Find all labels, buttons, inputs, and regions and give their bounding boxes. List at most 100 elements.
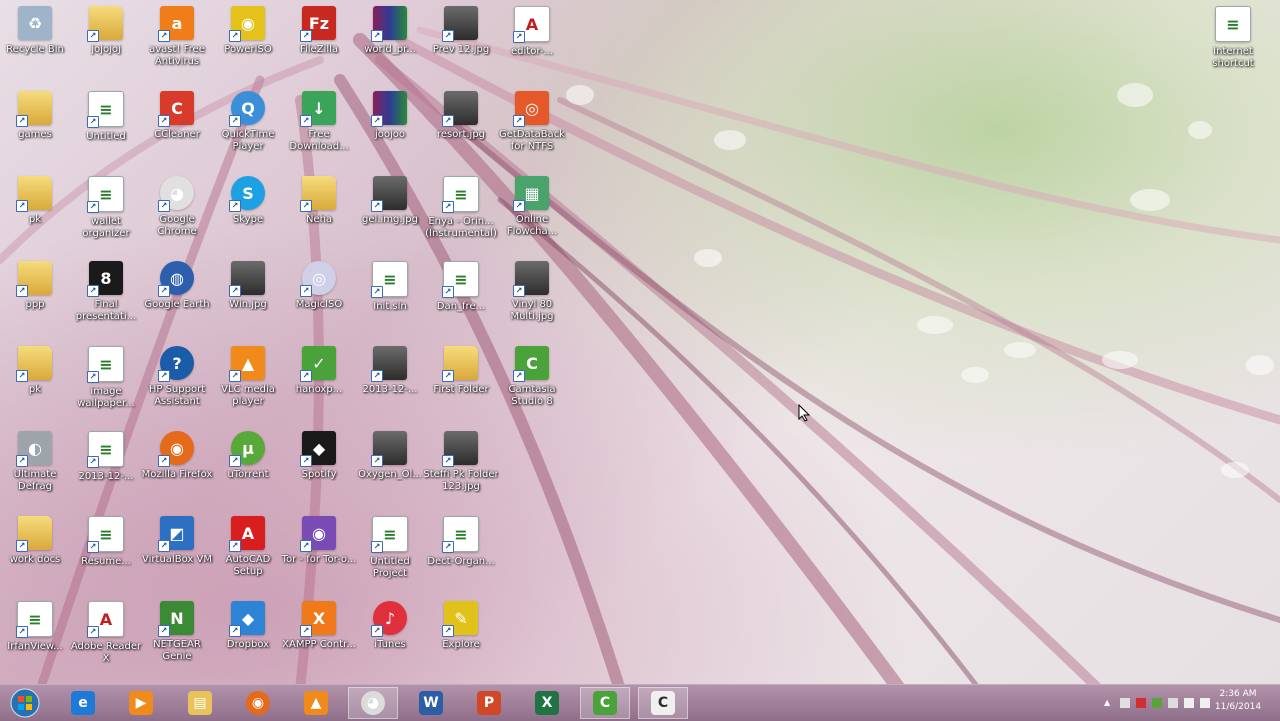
desktop-icon[interactable]: ≡ ↗ Init.sln [351,257,429,339]
desktop-icon[interactable]: a ↗ avast! Free Antivirus [138,2,216,84]
desktop-icon[interactable]: ↗ First Folder [422,342,500,424]
desktop-icon[interactable]: ↗ pk [0,172,74,254]
desktop-icon-label: Skype [232,214,264,225]
desktop-icon[interactable]: ≡ ↗ Enya - Orin... (Instrumental) [422,172,500,254]
desktop-icon[interactable]: ↗ games [0,87,74,169]
desktop-icon[interactable]: ◕ ↗ Google Chrome [138,172,216,254]
shortcut-arrow-icon: ↗ [87,116,99,128]
desktop-icon[interactable]: ◆ ↗ Dropbox [209,597,287,679]
desktop-icon[interactable]: ◆ ↗ Spotify [280,427,358,509]
desktop-icon[interactable]: X ↗ XAMPP Contr... [280,597,358,679]
desktop-icon[interactable]: ◎ ↗ GetDataBack for NTFS [493,87,571,169]
desktop-icon[interactable]: A ↗ editor-... [493,2,571,84]
tray-app-icon[interactable] [1152,698,1162,708]
desktop-icon[interactable]: Fz ↗ FileZilla [280,2,358,84]
desktop-icon[interactable]: ≡ ↗ 2013-12-... [67,427,145,509]
desktop-icon[interactable]: ≡ Internet shortcut [1194,2,1272,84]
desktop-icon[interactable]: S ↗ Skype [209,172,287,254]
desktop-icon[interactable]: ◐ ↗ Ultimate Defrag [0,427,74,509]
desktop-icon[interactable]: ≡ ↗ Resume... [67,512,145,594]
desktop-icon[interactable]: ↗ jojojoj [67,2,145,84]
desktop-icon[interactable]: ◍ ↗ Google Earth [138,257,216,339]
desktop-icon[interactable]: ◩ ↗ VirtualBox VM [138,512,216,594]
desktop-icon[interactable]: 8 ↗ Final presentati... [67,257,145,339]
desktop-icon[interactable]: ◎ ↗ MagicISO [280,257,358,339]
taskbar-button-media-player[interactable]: ▶ [116,687,166,719]
desktop-icon[interactable]: A ↗ AutoCAD Setup [209,512,287,594]
desktop-icon[interactable]: ≡ ↗ Untitled Project [351,512,429,594]
desktop-icon[interactable]: ≡ ↗ IrfanView... [0,597,74,679]
taskbar-button-firefox[interactable]: ◉ [233,687,283,719]
desktop-icon[interactable]: ≡ ↗ wallet organizer [67,172,145,254]
taskbar-button-chrome[interactable]: ◕ [348,687,398,719]
volume-icon[interactable] [1200,698,1210,708]
desktop-icon[interactable]: A ↗ Adobe Reader X [67,597,145,679]
desktop-icon[interactable]: ◉ ↗ Tor - for Tor-o... [280,512,358,594]
mouse-cursor-icon [798,403,811,426]
app-icon: X ↗ [300,601,336,637]
system-tray: ▲ [1104,695,1210,711]
desktop-icon[interactable]: N ↗ NETGEAR Genie [138,597,216,679]
show-hidden-icons-icon[interactable]: ▲ [1104,698,1114,708]
document-icon: ≡ ↗ [16,601,53,638]
desktop-icon[interactable]: ◉ ↗ Mozilla Firefox [138,427,216,509]
desktop-icon[interactable]: ✎ ↗ Explore [422,597,500,679]
windows-logo-icon [10,688,40,718]
desktop-icon[interactable]: µ ↗ uTorrent [209,427,287,509]
file-explorer-icon: ▤ [188,691,212,715]
tray-app-icon[interactable] [1136,698,1146,708]
desktop-icon[interactable]: ✓ ↗ hanoxp... [280,342,358,424]
taskbar-button-word[interactable]: W [406,687,456,719]
taskbar-button-vlc[interactable]: ▲ [291,687,341,719]
desktop-icon[interactable]: C ↗ CCleaner [138,87,216,169]
desktop-icon[interactable]: ↗ Win.jpg [209,257,287,339]
desktop-icon[interactable]: ≡ ↗ Dan_fre... [422,257,500,339]
desktop-icon[interactable]: ↗ 2013-12-... [351,342,429,424]
desktop-icon-label: IrfanView... [7,641,63,652]
taskbar-button-ie[interactable]: e [58,687,108,719]
network-icon[interactable] [1184,698,1194,708]
desktop-icon[interactable]: ↗ Steffi Pk Folder 123.jpg [422,427,500,509]
desktop-icon[interactable]: ↗ Oxygen_Ol... [351,427,429,509]
desktop-icon[interactable]: ↗ pk [0,342,74,424]
start-button[interactable] [8,687,42,719]
desktop-icon[interactable]: ↓ ↗ Free Download... [280,87,358,169]
desktop-icon-label: Untitled [86,131,126,142]
desktop-icon[interactable]: ▲ ↗ VLC media player [209,342,287,424]
desktop-icon[interactable]: ↗ Prev 12.jpg [422,2,500,84]
shortcut-arrow-icon: ↗ [87,626,99,638]
desktop-icon-label: gel.img.jpg [362,214,418,225]
tray-app-icon[interactable] [1120,698,1130,708]
image-file-icon: ↗ [513,261,549,297]
desktop-icon-label: Dan_fre... [436,301,486,312]
desktop-icon[interactable]: ▦ ↗ Online Flowcha... [493,172,571,254]
desktop-icon[interactable]: ↗ ppp [0,257,74,339]
taskbar-button-powerpoint[interactable]: P [464,687,514,719]
desktop-icon[interactable]: ↗ Neha [280,172,358,254]
desktop-icon[interactable]: ↗ resort.jpg [422,87,500,169]
taskbar-clock[interactable]: 2:36 AM 11/6/2014 [1210,688,1266,714]
desktop-icon[interactable]: ? ↗ HP Support Assistant [138,342,216,424]
action-center-flag-icon[interactable] [1168,698,1178,708]
desktop-icon[interactable]: ◉ ↗ PowerISO [209,2,287,84]
desktop-icon-label: iTunes [374,639,406,650]
desktop-icon[interactable]: ≡ ↗ Untitled [67,87,145,169]
desktop-icon-label: world_pr... [364,44,416,55]
desktop-icon[interactable]: C ↗ Camtasia Studio 8 [493,342,571,424]
desktop-icon[interactable]: ↗ work docs [0,512,74,594]
desktop-icon[interactable]: ↗ world_pr... [351,2,429,84]
desktop-icon[interactable]: ↗ Vinyl 80 Multi.jpg [493,257,571,339]
taskbar-button-excel[interactable]: X [522,687,572,719]
taskbar-button-camtasia-recorder[interactable]: C [580,687,630,719]
desktop-icon-label: Init.sln [373,301,407,312]
taskbar-button-camtasia-studio[interactable]: C [638,687,688,719]
desktop-icon[interactable]: ↗ gel.img.jpg [351,172,429,254]
desktop-icon[interactable]: ♪ ↗ iTunes [351,597,429,679]
desktop-icon[interactable]: ≡ ↗ image wallpaper... [67,342,145,424]
taskbar-button-file-explorer[interactable]: ▤ [175,687,225,719]
desktop-icon[interactable]: ♻ Recycle Bin [0,2,74,84]
desktop-icon[interactable]: ↗ joojoo [351,87,429,169]
shortcut-arrow-icon: ↗ [442,370,454,382]
desktop-icon[interactable]: Q ↗ QuickTime Player [209,87,287,169]
desktop-icon[interactable]: ≡ ↗ Dect-Organ... [422,512,500,594]
